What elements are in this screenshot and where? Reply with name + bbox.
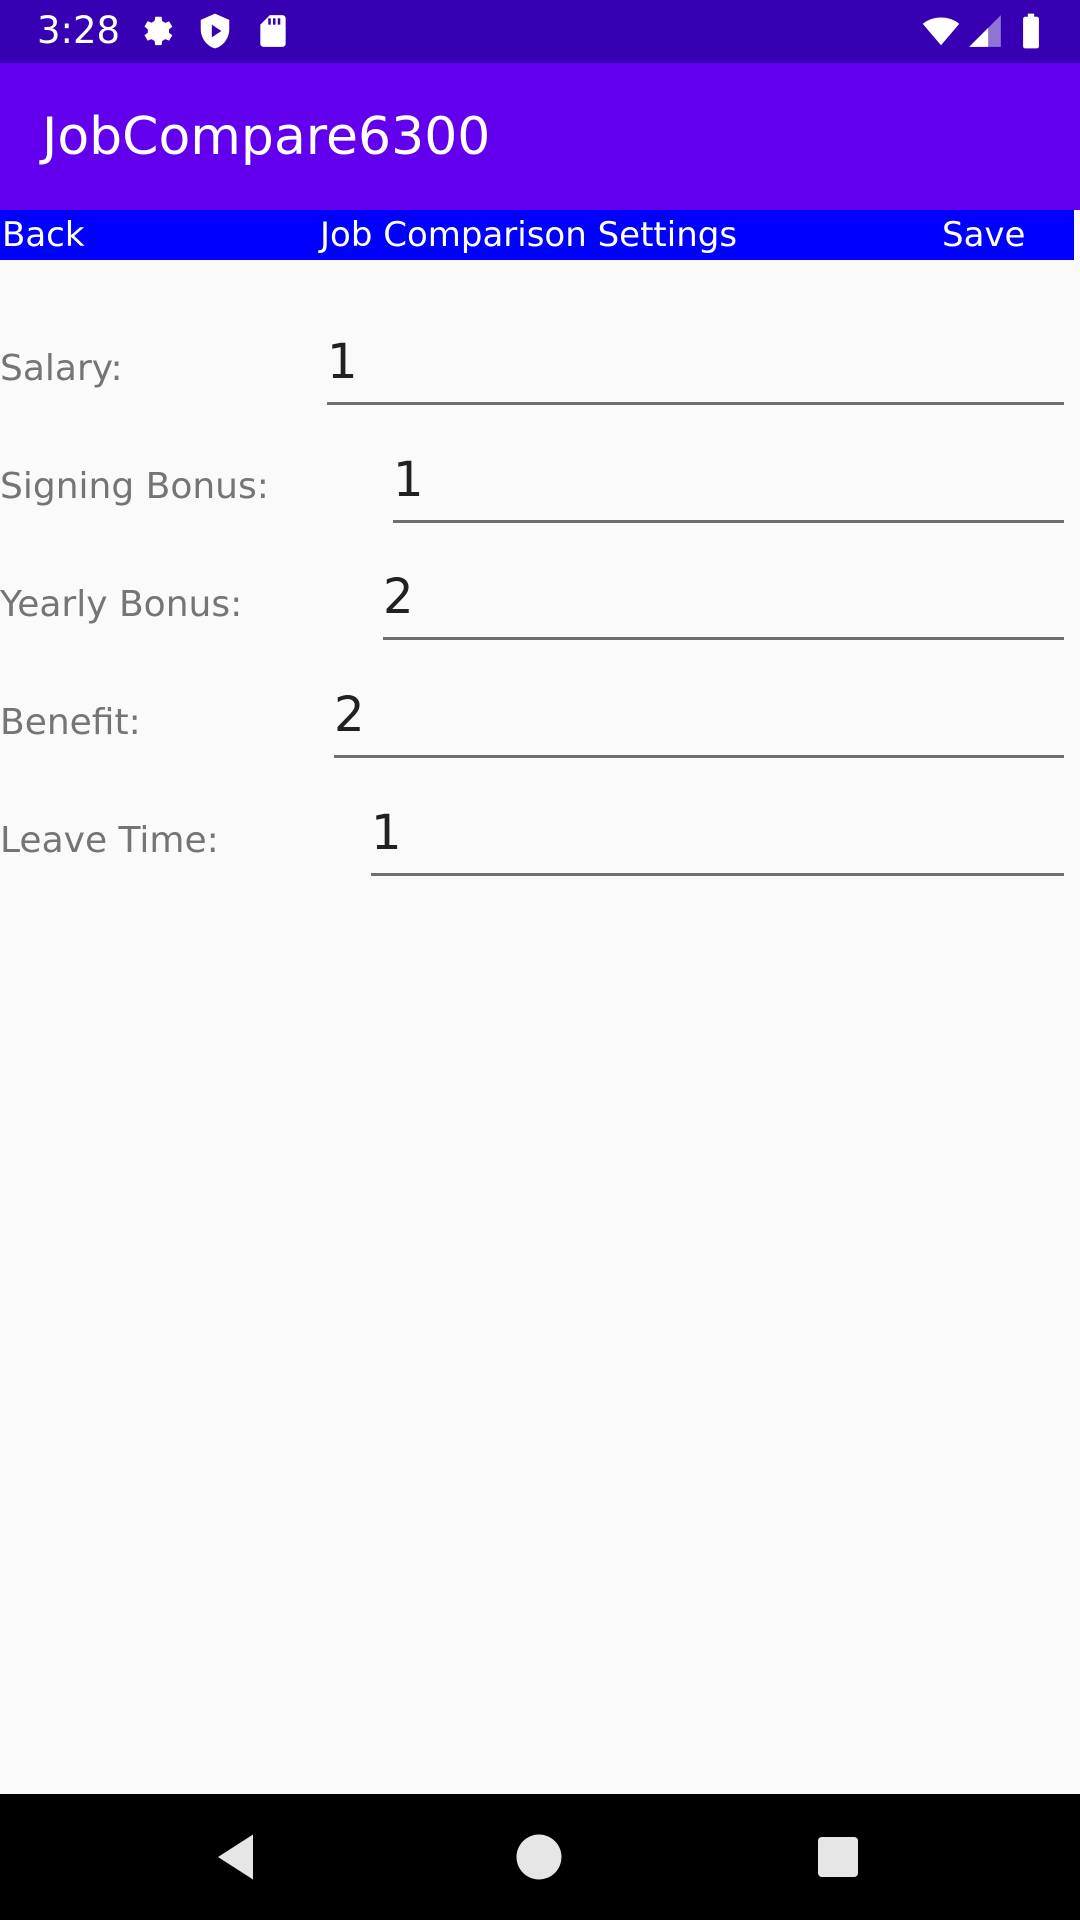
benefit-value: 2 bbox=[334, 687, 365, 743]
yearly-bonus-label: Yearly Bonus: bbox=[0, 584, 243, 625]
back-button[interactable]: Back bbox=[2, 210, 85, 260]
leave-time-label: Leave Time: bbox=[0, 820, 219, 861]
salary-input[interactable]: 1 bbox=[327, 331, 1064, 405]
wifi-icon bbox=[922, 17, 960, 46]
signal-icon bbox=[969, 15, 1001, 47]
leave-time-value: 1 bbox=[371, 805, 402, 861]
shield-play-icon bbox=[200, 13, 230, 49]
page-title: Job Comparison Settings bbox=[320, 215, 738, 255]
benefit-label: Benefit: bbox=[0, 702, 141, 743]
app-bar: JobCompare6300 bbox=[0, 63, 1080, 210]
battery-icon bbox=[1023, 13, 1039, 49]
signing-bonus-label: Signing Bonus: bbox=[0, 466, 269, 507]
back-triangle-icon[interactable] bbox=[208, 1827, 268, 1887]
recents-square-icon[interactable] bbox=[808, 1827, 868, 1887]
salary-value: 1 bbox=[327, 334, 358, 390]
signing-bonus-value: 1 bbox=[393, 452, 424, 508]
settings-nav-strip: Back Job Comparison Settings Save bbox=[0, 210, 1074, 260]
gear-icon bbox=[144, 16, 173, 46]
salary-label: Salary: bbox=[0, 348, 123, 389]
sd-card-icon bbox=[260, 15, 286, 47]
benefit-input[interactable]: 2 bbox=[334, 684, 1064, 758]
status-time: 3:28 bbox=[37, 9, 121, 52]
yearly-bonus-input[interactable]: 2 bbox=[383, 566, 1064, 640]
signing-bonus-input[interactable]: 1 bbox=[393, 449, 1064, 523]
home-circle-icon[interactable] bbox=[509, 1827, 569, 1887]
status-bar: 3:28 bbox=[0, 0, 1080, 63]
app-title: JobCompare6300 bbox=[42, 107, 491, 167]
system-nav-bar bbox=[0, 1794, 1080, 1920]
save-button[interactable]: Save bbox=[942, 210, 1025, 260]
yearly-bonus-value: 2 bbox=[383, 569, 414, 625]
leave-time-input[interactable]: 1 bbox=[371, 802, 1064, 876]
